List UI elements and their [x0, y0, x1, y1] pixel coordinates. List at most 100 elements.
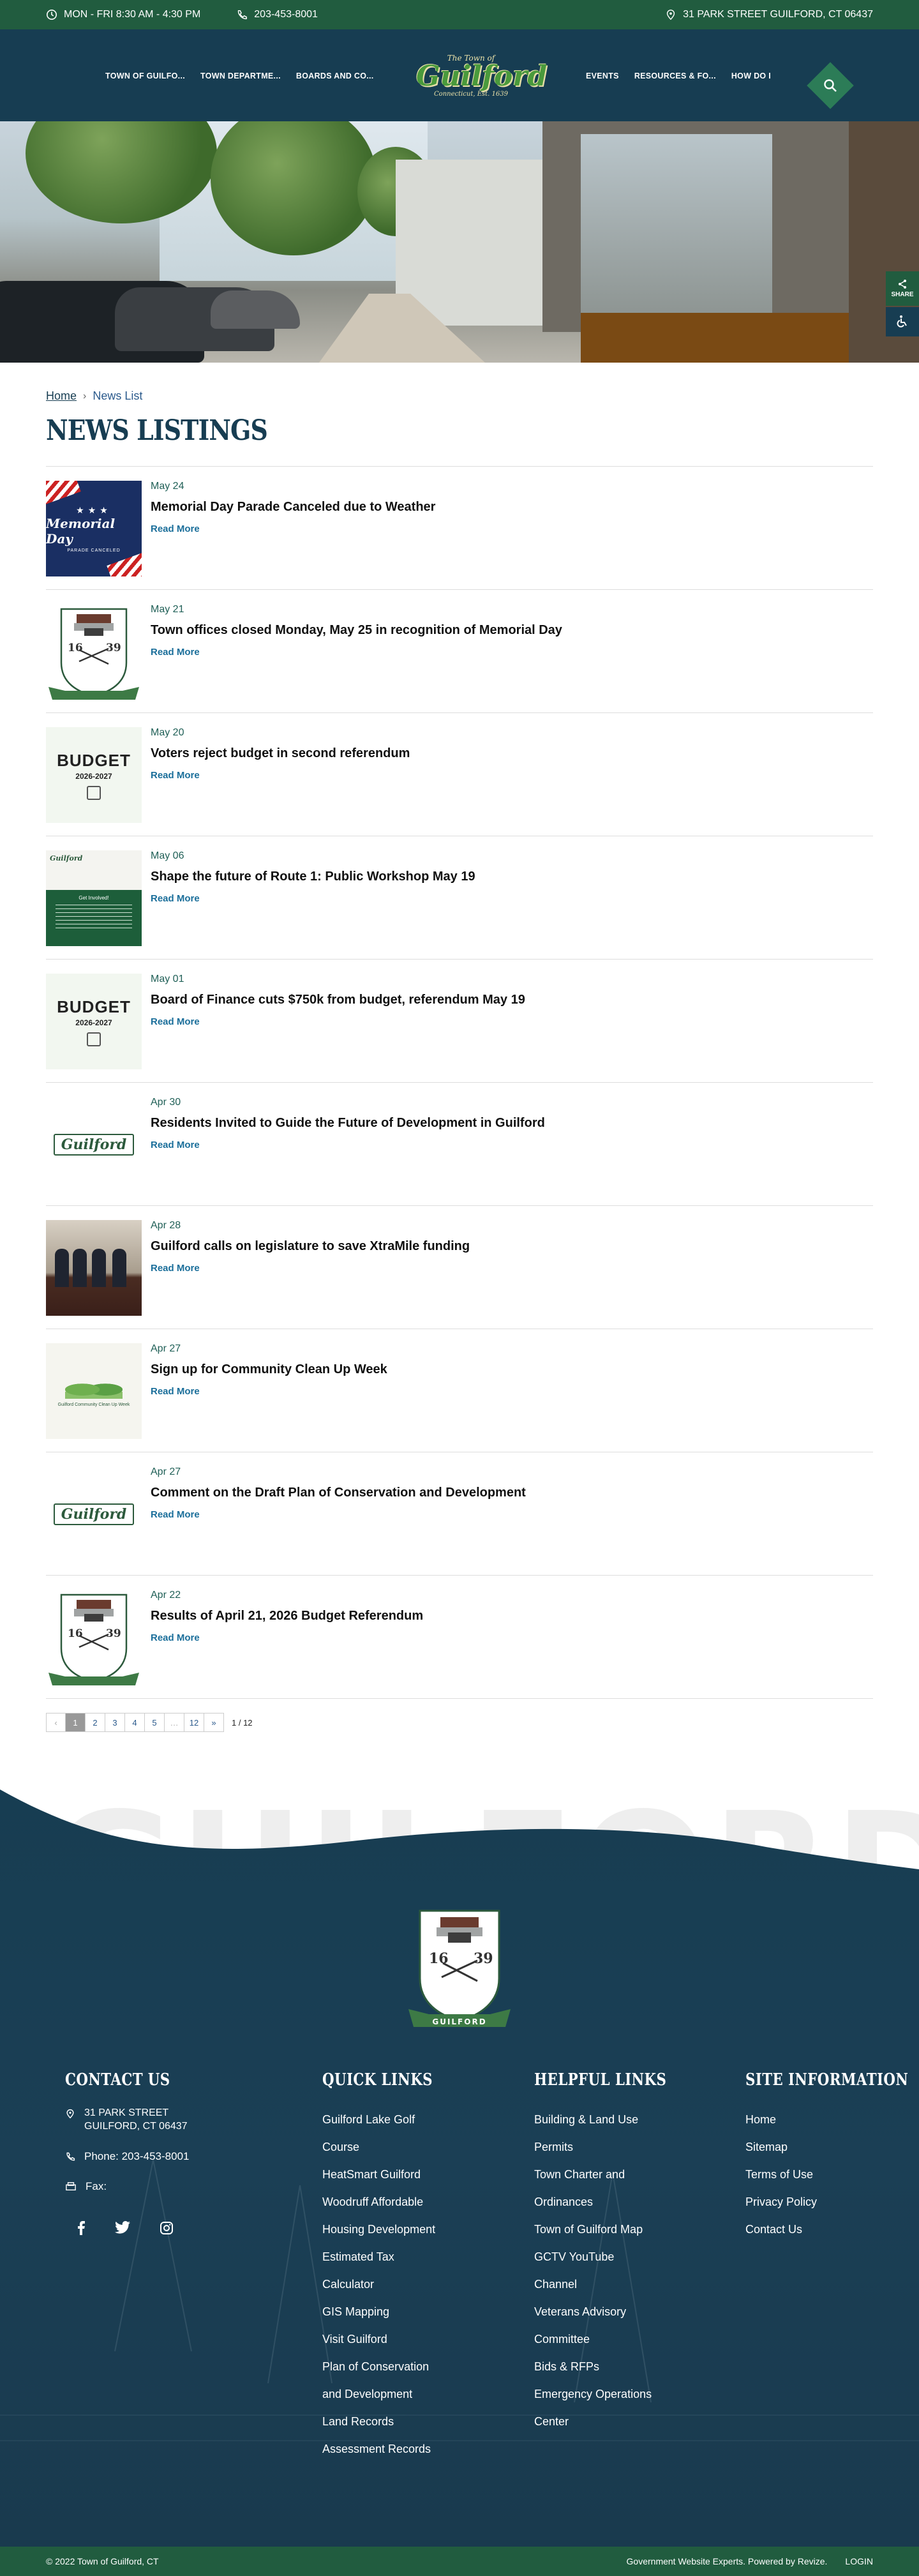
footer-link[interactable]: Housing Development: [322, 2216, 457, 2243]
news-thumbnail[interactable]: Guilford: [46, 1466, 142, 1562]
news-title[interactable]: Results of April 21, 2026 Budget Referen…: [151, 1609, 423, 1623]
nav-item-town-of-guilford[interactable]: TOWN OF GUILFO...: [105, 72, 185, 80]
read-more-link[interactable]: Read More: [151, 1509, 526, 1520]
pagination-page-12[interactable]: 12: [184, 1713, 204, 1732]
footer-link[interactable]: Permits: [534, 2134, 696, 2161]
facebook-icon[interactable]: [77, 2221, 86, 2235]
read-more-link[interactable]: Read More: [151, 1016, 525, 1027]
site-logo[interactable]: The Town of Guilford Connecticut, Est. 1…: [416, 54, 547, 100]
footer-link[interactable]: Calculator: [322, 2271, 457, 2298]
share-button[interactable]: SHARE: [886, 271, 919, 306]
news-title[interactable]: Town offices closed Monday, May 25 in re…: [151, 623, 562, 638]
pagination-page-1[interactable]: 1: [66, 1713, 86, 1732]
footer-link[interactable]: Ordinances: [534, 2188, 696, 2216]
footer-link[interactable]: Channel: [534, 2271, 696, 2298]
address-text[interactable]: 31 PARK STREET GUILFORD, CT 06437: [683, 9, 873, 20]
footer-link[interactable]: Woodruff Affordable: [322, 2188, 457, 2216]
news-thumbnail[interactable]: ★★★ Memorial Day PARADE CANCELED: [46, 481, 142, 576]
address-info[interactable]: 31 PARK STREET GUILFORD, CT 06437: [665, 9, 873, 20]
nav-item-resources-forms[interactable]: RESOURCES & FO...: [634, 72, 716, 80]
page-title: NEWS LISTINGS: [46, 414, 268, 447]
powered-by-link[interactable]: Government Website Experts. Powered by R…: [627, 2556, 828, 2566]
news-thumbnail[interactable]: Guilford: [46, 1097, 142, 1193]
news-title[interactable]: Comment on the Draft Plan of Conservatio…: [151, 1486, 526, 1500]
news-thumbnail[interactable]: 16 39: [46, 1590, 142, 1685]
read-more-link[interactable]: Read More: [151, 1632, 423, 1643]
news-title[interactable]: Shape the future of Route 1: Public Work…: [151, 870, 475, 884]
twitter-icon[interactable]: [115, 2221, 130, 2234]
nav-item-events[interactable]: EVENTS: [586, 72, 619, 80]
nav-item-how-do-i[interactable]: HOW DO I: [731, 72, 771, 80]
hero-trim: [581, 313, 849, 363]
footer-link[interactable]: Guilford Lake Golf: [322, 2106, 457, 2134]
news-thumbnail[interactable]: BUDGET 2026-2027: [46, 727, 142, 823]
breadcrumb-home[interactable]: Home: [46, 389, 77, 403]
footer-link[interactable]: Committee: [534, 2326, 696, 2353]
footer-link[interactable]: Town Charter and: [534, 2161, 696, 2188]
footer-link[interactable]: Privacy Policy: [745, 2188, 919, 2216]
pagination-next[interactable]: »: [204, 1713, 224, 1732]
read-more-link[interactable]: Read More: [151, 1263, 470, 1274]
footer-phone[interactable]: Phone: 203-453-8001: [65, 2150, 193, 2163]
footer-link[interactable]: Assessment Records: [322, 2436, 457, 2463]
news-title[interactable]: Residents Invited to Guide the Future of…: [151, 1116, 545, 1131]
footer-link[interactable]: GCTV YouTube: [534, 2243, 696, 2271]
phone-icon: [238, 10, 248, 20]
footer-link[interactable]: GIS Mapping: [322, 2298, 457, 2326]
news-thumbnail[interactable]: Guilford Get Involved!: [46, 850, 142, 946]
pagination-page-4[interactable]: 4: [125, 1713, 145, 1732]
footer-link[interactable]: and Development: [322, 2381, 457, 2408]
footer-link[interactable]: Land Records: [322, 2408, 457, 2436]
nav-item-town-departments[interactable]: TOWN DEPARTME...: [200, 72, 281, 80]
news-thumbnail[interactable]: [46, 1220, 142, 1316]
footer-link[interactable]: Town of Guilford Map: [534, 2216, 696, 2243]
footer-link[interactable]: Contact Us: [745, 2216, 919, 2243]
login-link[interactable]: LOGIN: [845, 2556, 873, 2566]
read-more-link[interactable]: Read More: [151, 770, 410, 781]
read-more-link[interactable]: Read More: [151, 893, 475, 904]
news-thumbnail[interactable]: Guilford Community Clean Up Week: [46, 1343, 142, 1439]
footer-link[interactable]: Emergency Operations: [534, 2381, 696, 2408]
nav-item-boards-and-commissions[interactable]: BOARDS AND CO...: [296, 72, 374, 80]
read-more-link[interactable]: Read More: [151, 523, 435, 534]
phone-icon: [66, 2152, 75, 2161]
news-info: May 21 Town offices closed Monday, May 2…: [151, 604, 562, 658]
footer-address[interactable]: 31 PARK STREET GUILFORD, CT 06437: [65, 2106, 193, 2133]
footer-link[interactable]: Veterans Advisory: [534, 2298, 696, 2326]
footer-link[interactable]: Building & Land Use: [534, 2106, 696, 2134]
share-icon: [899, 280, 906, 289]
footer-link[interactable]: HeatSmart Guilford: [322, 2161, 457, 2188]
location-pin-icon: [66, 2109, 74, 2119]
thumb-title: Memorial Day: [46, 515, 116, 546]
pagination-page-5[interactable]: 5: [145, 1713, 165, 1732]
news-thumbnail[interactable]: BUDGET 2026-2027: [46, 974, 142, 1069]
footer-link[interactable]: Bids & RFPs: [534, 2353, 696, 2381]
pagination-page-2[interactable]: 2: [86, 1713, 105, 1732]
news-title[interactable]: Voters reject budget in second referendu…: [151, 746, 410, 761]
news-info: May 06 Shape the future of Route 1: Publ…: [151, 850, 475, 904]
news-title[interactable]: Board of Finance cuts $750k from budget,…: [151, 993, 525, 1007]
read-more-link[interactable]: Read More: [151, 1386, 387, 1397]
footer-link[interactable]: Home: [745, 2106, 919, 2134]
accessibility-button[interactable]: [886, 307, 919, 336]
footer-link[interactable]: Center: [534, 2408, 696, 2436]
footer-link[interactable]: Course: [322, 2134, 457, 2161]
news-title[interactable]: Sign up for Community Clean Up Week: [151, 1362, 387, 1377]
pagination-page-3[interactable]: 3: [105, 1713, 125, 1732]
search-button[interactable]: [807, 62, 854, 109]
footer-link[interactable]: Sitemap: [745, 2134, 919, 2161]
instagram-icon[interactable]: [160, 2221, 174, 2235]
phone-info[interactable]: 203-453-8001: [236, 9, 318, 20]
news-thumbnail[interactable]: 16 39: [46, 604, 142, 700]
read-more-link[interactable]: Read More: [151, 1140, 545, 1150]
pagination-prev[interactable]: ‹: [46, 1713, 66, 1732]
footer-link[interactable]: Visit Guilford: [322, 2326, 457, 2353]
phone-text[interactable]: 203-453-8001: [254, 9, 318, 20]
flag-graphic: [46, 481, 81, 507]
news-title[interactable]: Guilford calls on legislature to save Xt…: [151, 1239, 470, 1254]
footer-link[interactable]: Terms of Use: [745, 2161, 919, 2188]
footer-link[interactable]: Plan of Conservation: [322, 2353, 457, 2381]
footer-link[interactable]: Estimated Tax: [322, 2243, 457, 2271]
read-more-link[interactable]: Read More: [151, 647, 562, 658]
news-title[interactable]: Memorial Day Parade Canceled due to Weat…: [151, 500, 435, 515]
